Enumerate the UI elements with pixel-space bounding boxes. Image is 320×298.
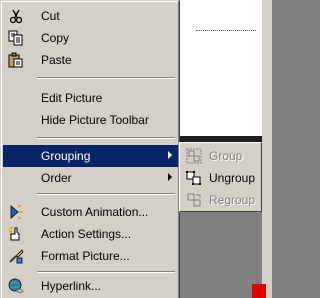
copy-icon [7, 30, 25, 46]
regroup-icon [186, 192, 204, 208]
menu-item-label: Custom Animation... [41, 205, 149, 219]
menu-item-label: Hide Picture Toolbar [41, 113, 149, 127]
menu-separator [37, 271, 175, 273]
red-shape [252, 284, 266, 298]
submenu-arrow-icon [168, 151, 172, 159]
menu-item-custom-animation[interactable]: Custom Animation... [3, 201, 178, 223]
menu-item-hide-picture-toolbar[interactable]: Hide Picture Toolbar [3, 109, 178, 131]
submenu-item-label: Regroup [209, 193, 256, 207]
group-icon [186, 148, 204, 164]
menu-separator [37, 77, 175, 79]
workspace-area [180, 200, 262, 298]
format-picture-icon [7, 248, 25, 264]
submenu-item-regroup[interactable]: Regroup [182, 189, 260, 211]
context-menu: Cut Copy Paste Edit Picture Hide Picture… [0, 0, 180, 298]
submenu-item-ungroup[interactable]: Ungroup [182, 167, 260, 189]
slide-canvas [180, 0, 272, 136]
menu-separator [37, 193, 175, 195]
submenu-item-label: Ungroup [209, 171, 256, 185]
action-settings-icon [7, 226, 25, 242]
menu-item-edit-picture[interactable]: Edit Picture [3, 87, 178, 109]
menu-item-label: Cut [41, 9, 60, 23]
scissors-icon [7, 8, 25, 24]
menu-item-label: Grouping [41, 149, 91, 163]
menu-item-order[interactable]: Order [3, 167, 178, 189]
menu-item-action-settings[interactable]: Action Settings... [3, 223, 178, 245]
menu-separator [37, 137, 175, 139]
menu-item-cut[interactable]: Cut [3, 5, 178, 27]
menu-item-copy[interactable]: Copy [3, 27, 178, 49]
custom-animation-icon [7, 204, 25, 220]
submenu-arrow-icon [168, 173, 172, 181]
ungroup-icon [186, 170, 204, 186]
menu-item-label: Edit Picture [41, 91, 103, 105]
submenu-item-label: Group [209, 149, 243, 163]
menu-item-format-picture[interactable]: Format Picture... [3, 245, 178, 267]
grouping-submenu: Group Ungroup Regroup [179, 142, 262, 212]
menu-item-label: Order [41, 171, 72, 185]
menu-item-label: Copy [41, 31, 70, 45]
placeholder-border [196, 30, 256, 31]
menu-item-paste[interactable]: Paste [3, 49, 178, 71]
menu-item-label: Action Settings... [41, 227, 132, 241]
menu-item-label: Paste [41, 53, 72, 67]
menu-item-hyperlink[interactable]: Hyperlink... [3, 275, 178, 297]
paste-icon [7, 52, 25, 68]
submenu-item-group[interactable]: Group [182, 145, 260, 167]
menu-item-label: Format Picture... [41, 249, 130, 263]
hyperlink-icon [7, 278, 25, 294]
vertical-scrollbar[interactable] [262, 0, 272, 298]
menu-item-label: Hyperlink... [41, 279, 102, 293]
menu-item-grouping[interactable]: Grouping [3, 145, 178, 167]
